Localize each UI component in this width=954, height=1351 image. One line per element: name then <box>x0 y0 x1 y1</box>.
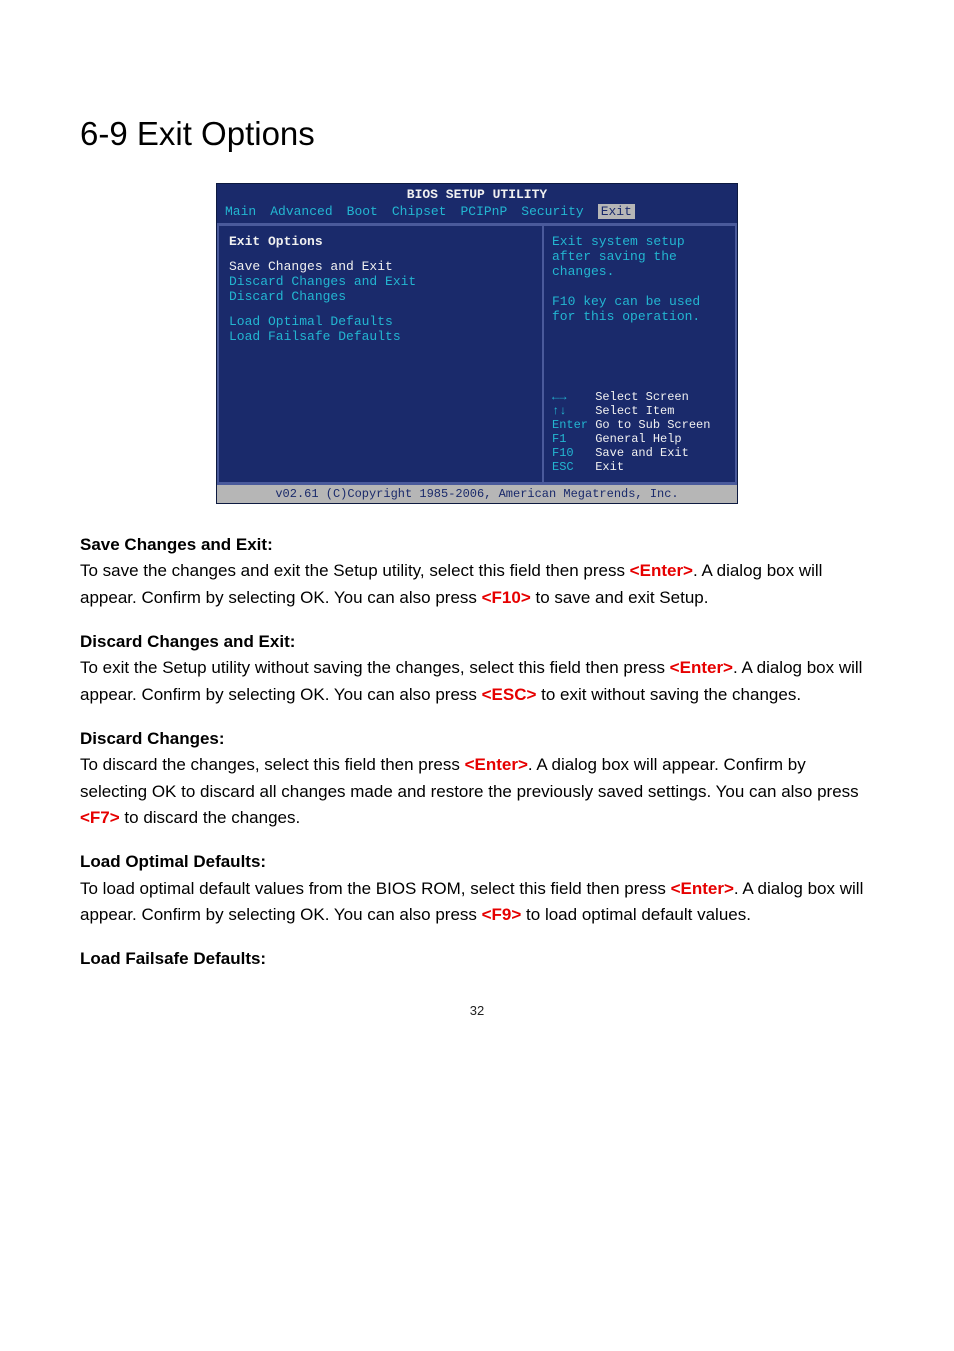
bios-item-discard-exit: Discard Changes and Exit <box>229 274 532 289</box>
section-discard-changes: Discard Changes: To discard the changes,… <box>80 726 874 831</box>
bios-tab-boot: Boot <box>347 204 378 219</box>
bios-help-text: Exit system setup after saving the chang… <box>552 234 727 324</box>
section-discard-changes-exit: Discard Changes and Exit: To exit the Se… <box>80 629 874 708</box>
bios-tab-security: Security <box>521 204 583 219</box>
bios-item-load-failsafe: Load Failsafe Defaults <box>229 329 532 344</box>
bios-title: BIOS SETUP UTILITY <box>217 184 737 204</box>
key-f10: <F10> <box>482 588 531 607</box>
bios-tab-advanced: Advanced <box>270 204 332 219</box>
section-title: Load Failsafe Defaults: <box>80 949 266 968</box>
key-enter: <Enter> <box>465 755 528 774</box>
bios-left-panel: Exit Options Save Changes and Exit Disca… <box>217 224 543 484</box>
bios-item-save-exit: Save Changes and Exit <box>229 259 532 274</box>
bios-screenshot: BIOS SETUP UTILITY Main Advanced Boot Ch… <box>216 183 738 504</box>
text-fragment: to load optimal default values. <box>521 905 751 924</box>
text-fragment: To discard the changes, select this fiel… <box>80 755 465 774</box>
page-number: 32 <box>80 1003 874 1018</box>
bios-key-legend: ←→ Select Screen↑↓ Select ItemEnter Go t… <box>552 390 727 474</box>
section-title: Discard Changes and Exit: <box>80 632 295 651</box>
text-fragment: to discard the changes. <box>120 808 301 827</box>
text-fragment: To save the changes and exit the Setup u… <box>80 561 630 580</box>
bios-tab-exit: Exit <box>598 204 635 219</box>
key-enter: <Enter> <box>671 879 734 898</box>
key-enter: <Enter> <box>670 658 733 677</box>
bios-panel-header: Exit Options <box>229 234 532 249</box>
key-enter: <Enter> <box>630 561 693 580</box>
bios-footer: v02.61 (C)Copyright 1985-2006, American … <box>217 485 737 503</box>
bios-right-panel: Exit system setup after saving the chang… <box>543 224 737 484</box>
section-title: Save Changes and Exit: <box>80 535 273 554</box>
section-load-optimal: Load Optimal Defaults: To load optimal d… <box>80 849 874 928</box>
key-f9: <F9> <box>482 905 522 924</box>
bios-item-load-optimal: Load Optimal Defaults <box>229 314 532 329</box>
bios-tab-main: Main <box>225 204 256 219</box>
bios-tab-pcipnp: PCIPnP <box>460 204 507 219</box>
key-esc: <ESC> <box>482 685 537 704</box>
text-fragment: To exit the Setup utility without saving… <box>80 658 670 677</box>
section-title: Load Optimal Defaults: <box>80 852 266 871</box>
bios-tabs: Main Advanced Boot Chipset PCIPnP Securi… <box>217 204 737 223</box>
section-title: Discard Changes: <box>80 729 225 748</box>
section-save-changes-exit: Save Changes and Exit: To save the chang… <box>80 532 874 611</box>
section-load-failsafe: Load Failsafe Defaults: <box>80 946 874 972</box>
text-fragment: to exit without saving the changes. <box>536 685 801 704</box>
page-heading: 6-9 Exit Options <box>80 115 874 153</box>
bios-item-discard: Discard Changes <box>229 289 532 304</box>
key-f7: <F7> <box>80 808 120 827</box>
text-fragment: to save and exit Setup. <box>531 588 709 607</box>
text-fragment: To load optimal default values from the … <box>80 879 671 898</box>
bios-tab-chipset: Chipset <box>392 204 447 219</box>
